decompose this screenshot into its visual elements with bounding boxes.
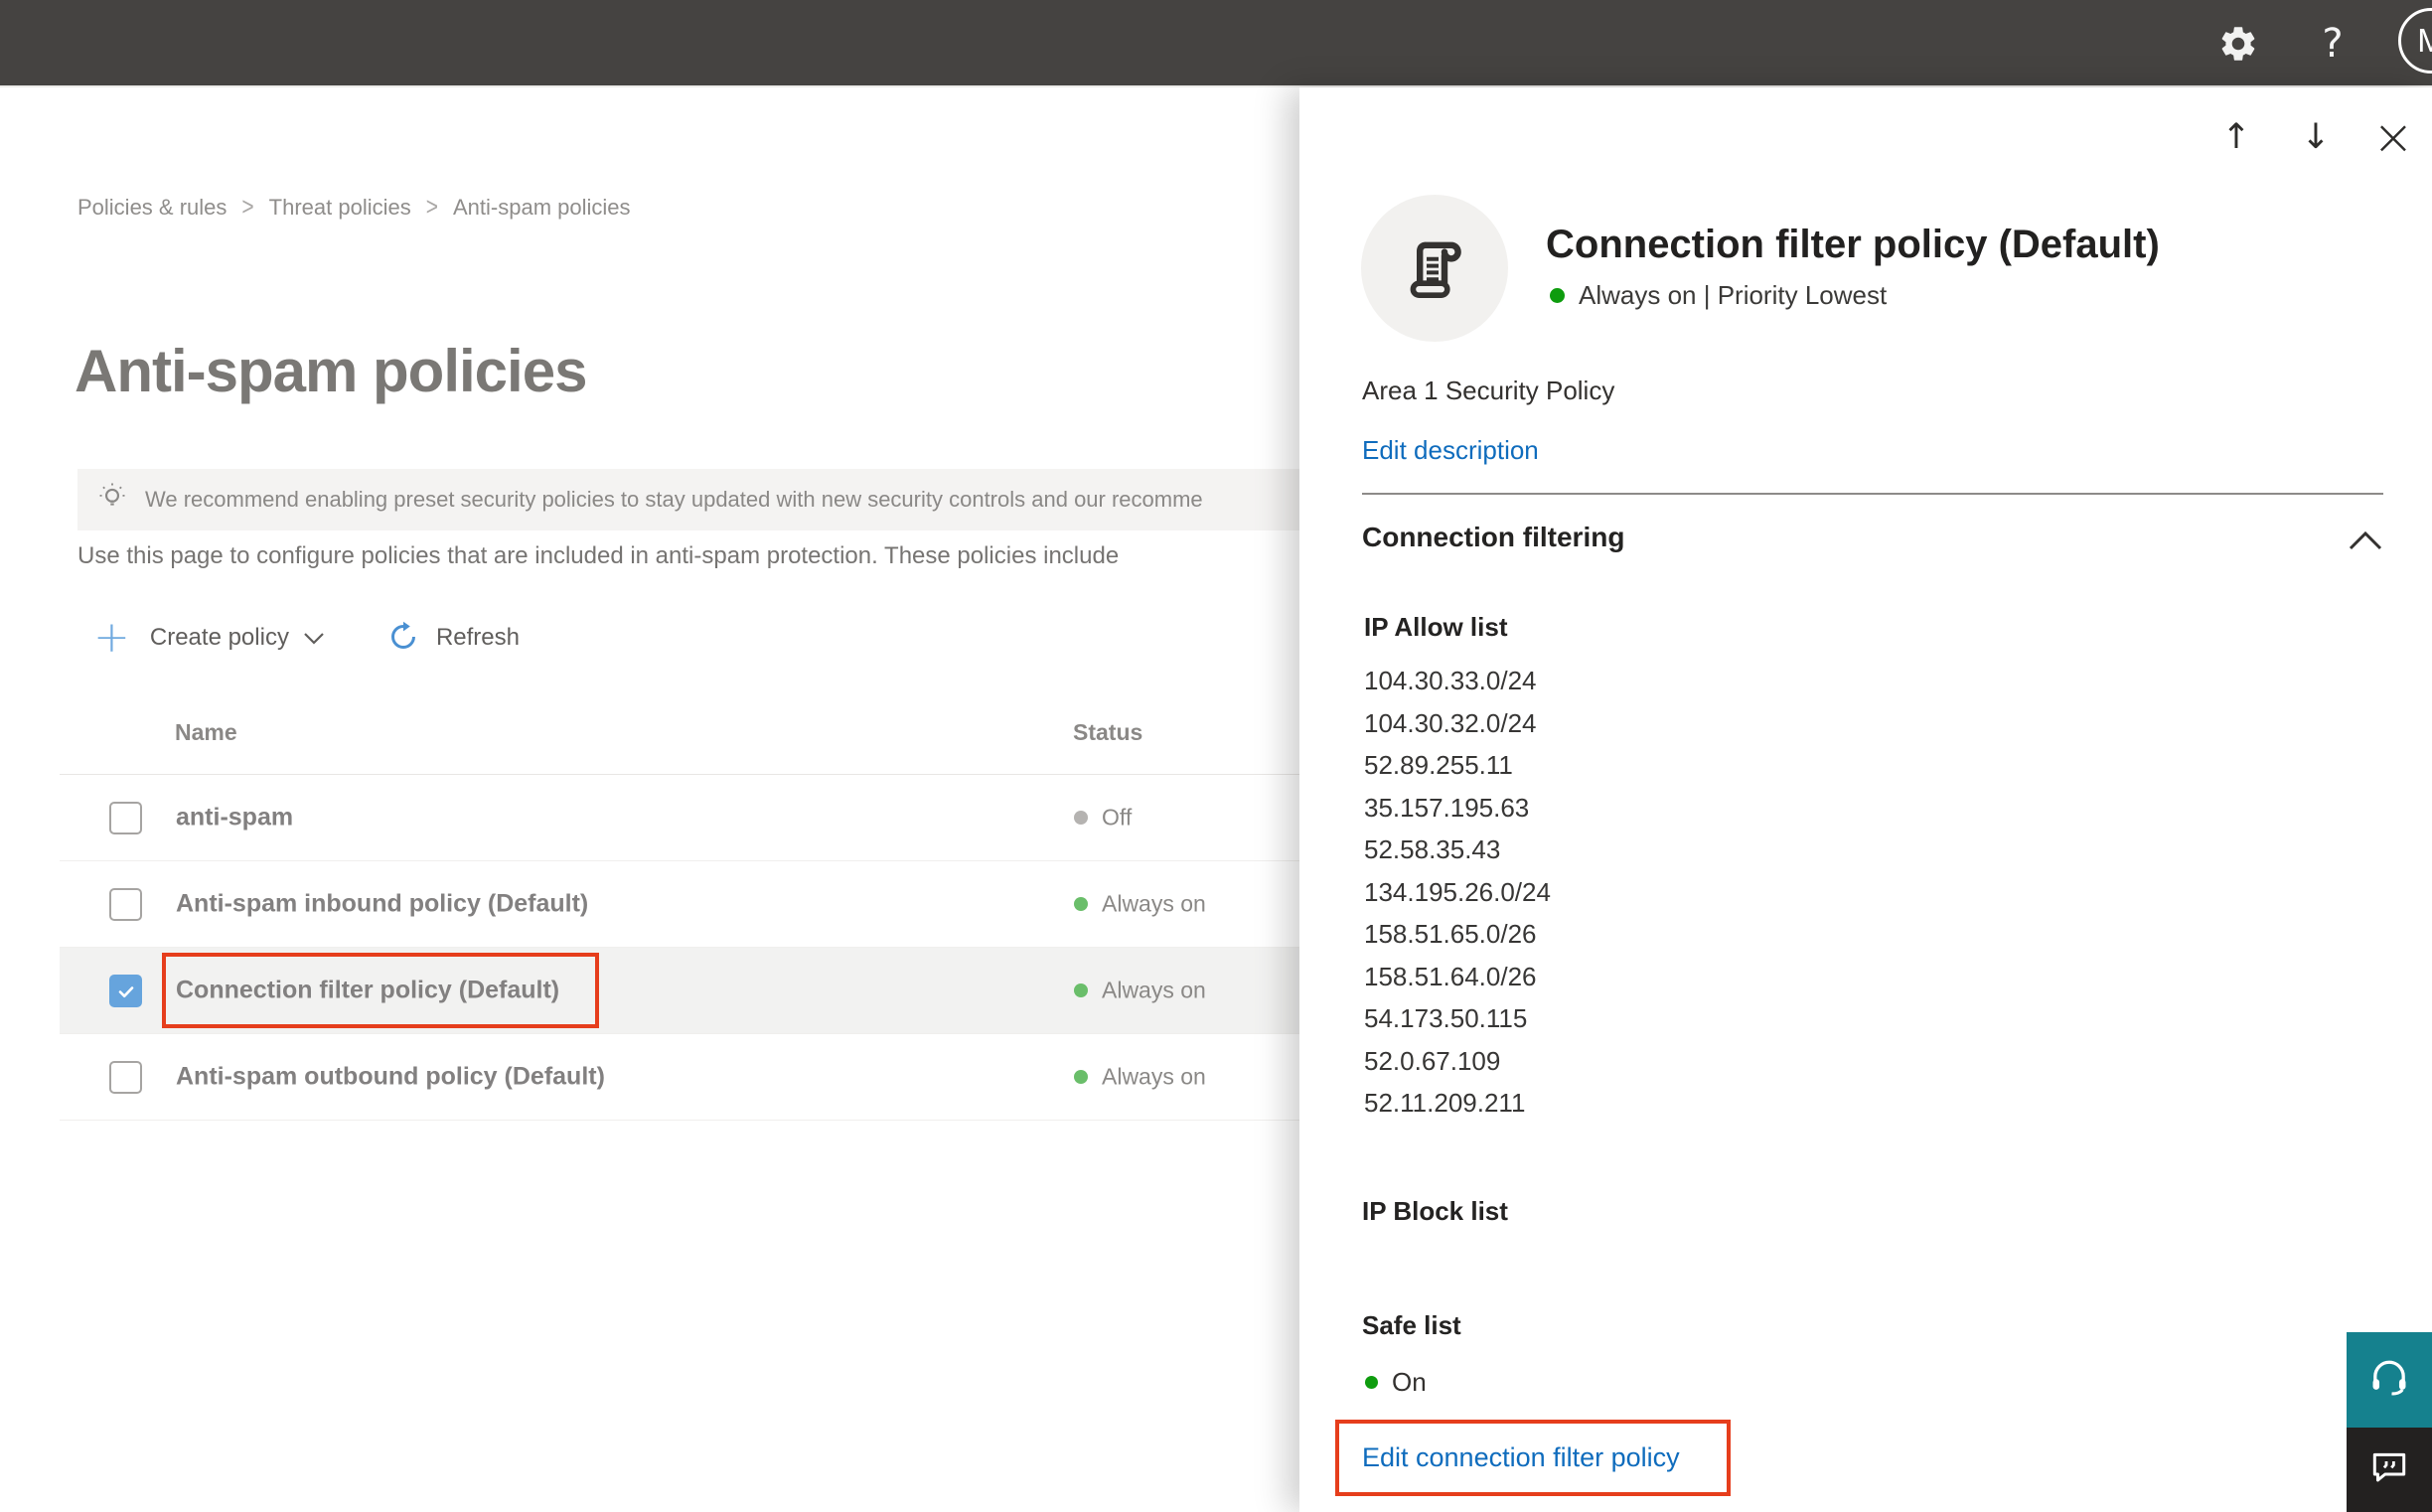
status-dot bbox=[1074, 811, 1088, 825]
refresh-icon bbox=[386, 620, 420, 659]
ip-entry: 35.157.195.63 bbox=[1364, 792, 1530, 823]
edit-connection-filter-policy-link[interactable]: Edit connection filter policy bbox=[1362, 1442, 1680, 1473]
chat-bubble-icon bbox=[2368, 1446, 2410, 1493]
ip-entry: 158.51.64.0/26 bbox=[1364, 961, 1537, 991]
feedback-button[interactable] bbox=[2347, 1428, 2432, 1512]
table-row[interactable]: Anti-spam outbound policy (Default) Alwa… bbox=[60, 1034, 1299, 1121]
ip-entry: 54.173.50.115 bbox=[1364, 1003, 1528, 1033]
divider bbox=[1362, 493, 2383, 495]
close-icon[interactable]: × bbox=[2372, 112, 2414, 162]
status-dot bbox=[1550, 288, 1565, 303]
flyout-title: Connection filter policy (Default) bbox=[1546, 223, 2160, 266]
edit-description-link[interactable]: Edit description bbox=[1362, 435, 1539, 466]
lightbulb-icon bbox=[95, 481, 129, 520]
safe-list-title: Safe list bbox=[1362, 1310, 1461, 1340]
policies-table: Name Status anti-spam Off Anti-spam inbo… bbox=[60, 695, 1299, 1121]
ip-entry: 52.0.67.109 bbox=[1364, 1045, 1501, 1076]
next-item-arrow-icon[interactable]: ↓ bbox=[2295, 113, 2337, 161]
policy-name[interactable]: anti-spam bbox=[176, 804, 293, 832]
ip-entry: 134.195.26.0/24 bbox=[1364, 876, 1551, 907]
command-bar: + Create policy Refresh bbox=[93, 612, 520, 664]
section-title-connection-filtering: Connection filtering bbox=[1362, 522, 1625, 552]
support-button[interactable] bbox=[2347, 1332, 2432, 1428]
policy-scroll-icon bbox=[1361, 195, 1508, 342]
avatar[interactable]: M bbox=[2398, 8, 2432, 74]
status-dot bbox=[1074, 1070, 1088, 1084]
breadcrumb-anti-spam-policies[interactable]: Anti-spam policies bbox=[453, 195, 631, 221]
policy-name[interactable]: Anti-spam inbound policy (Default) bbox=[176, 890, 588, 919]
settings-gear-icon[interactable] bbox=[2217, 23, 2259, 65]
breadcrumb: Policies & rules > Threat policies > Ant… bbox=[77, 193, 631, 222]
status-label: Off bbox=[1102, 804, 1133, 831]
chevron-up-icon[interactable] bbox=[2349, 530, 2382, 555]
ip-entry: 52.89.255.11 bbox=[1364, 750, 1513, 780]
status-label: Always on bbox=[1102, 977, 1206, 1003]
status-dot bbox=[1074, 983, 1088, 997]
policy-description: Area 1 Security Policy bbox=[1362, 376, 1615, 405]
column-header-status[interactable]: Status bbox=[1073, 719, 1142, 746]
page-description: Use this page to configure policies that… bbox=[77, 542, 1120, 569]
chevron-right-icon: > bbox=[241, 193, 254, 222]
ip-entry: 52.58.35.43 bbox=[1364, 834, 1501, 864]
chevron-right-icon: > bbox=[425, 193, 438, 222]
table-row-selected[interactable]: Connection filter policy (Default) Alway… bbox=[60, 948, 1299, 1034]
safe-list-status: On bbox=[1365, 1367, 1427, 1398]
policy-name[interactable]: Connection filter policy (Default) bbox=[176, 977, 559, 1005]
row-checkbox[interactable] bbox=[109, 802, 142, 834]
ip-block-list-title: IP Block list bbox=[1362, 1196, 1508, 1226]
policy-details-flyout: ↑ ↓ × Connection filter policy (Default)… bbox=[1299, 87, 2432, 1512]
banner-text: We recommend enabling preset security po… bbox=[145, 487, 1203, 512]
create-policy-button[interactable]: Create policy bbox=[150, 624, 289, 652]
help-icon[interactable]: ? bbox=[2311, 16, 2355, 72]
ip-entry: 158.51.65.0/26 bbox=[1364, 919, 1537, 949]
breadcrumb-policies-rules[interactable]: Policies & rules bbox=[77, 195, 227, 221]
ip-entry: 104.30.32.0/24 bbox=[1364, 707, 1537, 738]
previous-item-arrow-icon[interactable]: ↑ bbox=[2215, 113, 2257, 161]
recommendation-banner: We recommend enabling preset security po… bbox=[77, 469, 1299, 530]
chevron-down-icon[interactable] bbox=[303, 632, 325, 650]
row-checkbox-checked[interactable] bbox=[109, 975, 142, 1007]
top-app-bar: ? M bbox=[0, 0, 2432, 87]
ip-entry: 104.30.33.0/24 bbox=[1364, 666, 1537, 695]
ip-allow-list-title: IP Allow list bbox=[1364, 612, 1508, 642]
row-checkbox[interactable] bbox=[109, 1061, 142, 1094]
flyout-status-line: Always on | Priority Lowest bbox=[1550, 280, 1887, 311]
policy-name[interactable]: Anti-spam outbound policy (Default) bbox=[176, 1063, 605, 1092]
status-label: Always on bbox=[1102, 1063, 1206, 1090]
breadcrumb-threat-policies[interactable]: Threat policies bbox=[269, 195, 411, 221]
refresh-button[interactable]: Refresh bbox=[436, 624, 520, 652]
row-checkbox[interactable] bbox=[109, 888, 142, 921]
safe-list-status-text: On bbox=[1392, 1367, 1427, 1397]
status-label: Always on bbox=[1102, 890, 1206, 917]
plus-icon: + bbox=[93, 612, 130, 663]
status-text: Always on | Priority Lowest bbox=[1579, 280, 1888, 310]
table-row[interactable]: Anti-spam inbound policy (Default) Alway… bbox=[60, 861, 1299, 948]
page-title: Anti-spam policies bbox=[75, 338, 587, 404]
ip-entry: 52.11.209.211 bbox=[1364, 1088, 1526, 1118]
status-dot bbox=[1365, 1376, 1378, 1389]
column-header-name[interactable]: Name bbox=[175, 719, 237, 746]
headset-icon bbox=[2366, 1355, 2412, 1406]
table-row[interactable]: anti-spam Off bbox=[60, 775, 1299, 861]
table-header: Name Status bbox=[60, 695, 1299, 775]
status-dot bbox=[1074, 897, 1088, 911]
ip-allow-list: 104.30.33.0/24 104.30.32.0/24 52.89.255.… bbox=[1364, 660, 1551, 1125]
